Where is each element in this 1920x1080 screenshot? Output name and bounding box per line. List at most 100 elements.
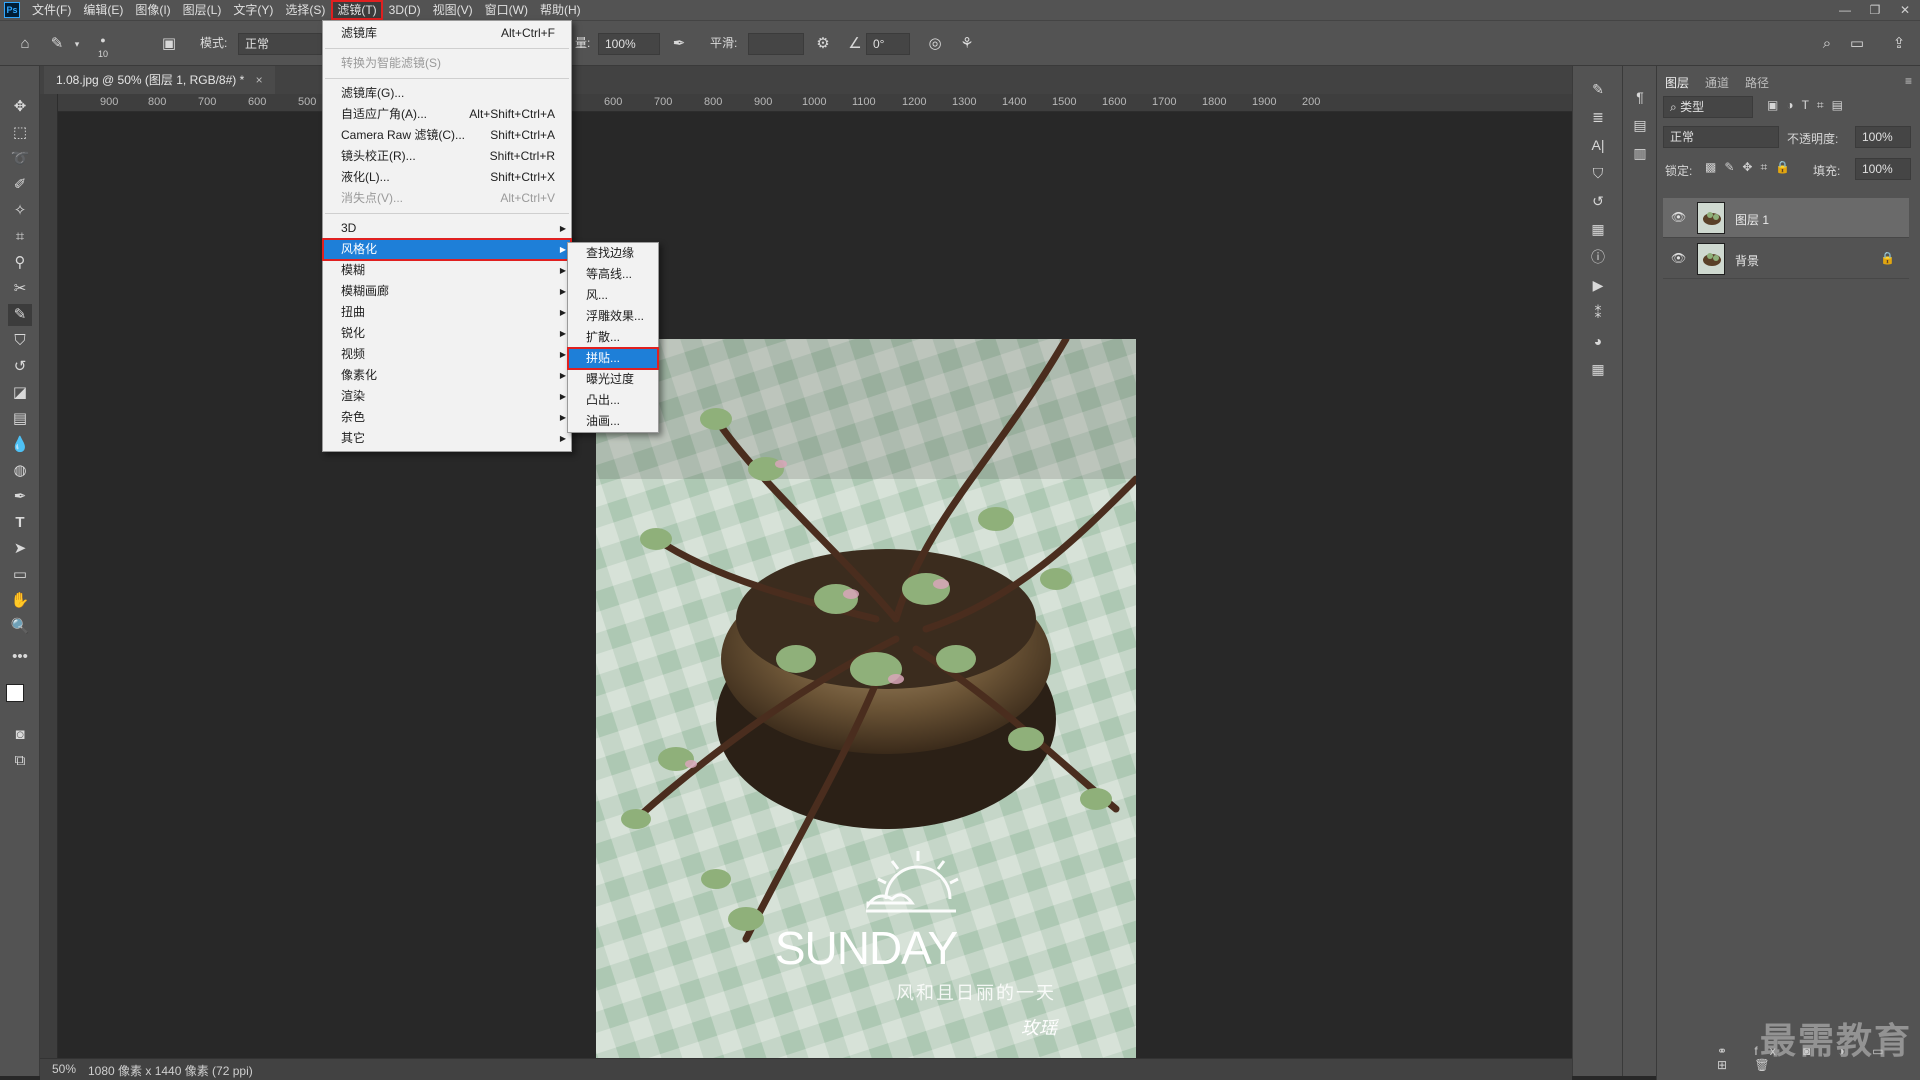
filter-menu-item[interactable]: 镜头校正(R)... Shift+Ctrl+R <box>323 146 571 167</box>
dodge-tool-icon[interactable]: ◍ <box>8 460 32 482</box>
filter-menu-item[interactable]: 滤镜库(G)... <box>323 83 571 104</box>
panel-menu-icon[interactable]: ≡ <box>1905 74 1912 88</box>
eyedropper-tool-icon[interactable]: ⚲ <box>8 252 32 274</box>
info-panel-icon[interactable]: ⓘ <box>1586 246 1610 268</box>
clone-stamp-tool-icon[interactable]: ⛉ <box>8 330 32 352</box>
filter-menu-item[interactable]: 像素化 ▶ <box>323 365 571 386</box>
menu-item-4[interactable]: 文字(Y) <box>227 0 279 20</box>
menu-item-9[interactable]: 窗口(W) <box>479 0 534 20</box>
angle-input[interactable]: 0° <box>866 33 910 55</box>
table-panel-icon[interactable]: ▦ <box>1586 358 1610 380</box>
lock-icon[interactable]: 🔒 <box>1880 251 1895 265</box>
menu-item-1[interactable]: 编辑(E) <box>77 0 129 20</box>
filter-menu-item[interactable]: 模糊画廊 ▶ <box>323 281 571 302</box>
layer-filter-select[interactable]: ⌕ 类型 <box>1663 96 1753 118</box>
healing-tool-icon[interactable]: ✂ <box>8 278 32 300</box>
airbrush-icon[interactable]: ✒ <box>668 33 690 55</box>
actions-panel-icon[interactable]: ▶ <box>1586 274 1610 296</box>
workspace-icon[interactable]: ▭ <box>1846 33 1868 55</box>
history-panel-icon[interactable]: ↺ <box>1586 190 1610 212</box>
stylize-menu-item[interactable]: 浮雕效果... <box>568 306 658 327</box>
menu-item-3[interactable]: 图层(L) <box>177 0 228 20</box>
brush-preset-icon[interactable]: ✎ <box>46 33 68 55</box>
filter-menu-item[interactable]: 自适应广角(A)... Alt+Shift+Ctrl+A <box>323 104 571 125</box>
libraries-panel-icon[interactable]: ▦ <box>1586 218 1610 240</box>
layer-filter-icons[interactable]: ▣◑T⌗▤ <box>1767 98 1907 113</box>
more-tools-icon[interactable]: ••• <box>8 646 32 668</box>
search-icon[interactable]: ⌕ <box>1816 33 1838 55</box>
filter-menu-item[interactable]: 渲染 ▶ <box>323 386 571 407</box>
menu-item-7[interactable]: 3D(D) <box>383 0 427 20</box>
layer-row[interactable]: 👁 背景 🔒 <box>1663 239 1909 279</box>
tab-channels[interactable]: 通道 <box>1705 74 1729 91</box>
minimize-icon[interactable]: — <box>1830 0 1860 20</box>
document-image[interactable]: SUNDAY 风和且日丽的一天 玫瑶 <box>596 339 1136 1059</box>
character-panel-icon[interactable]: A| <box>1586 134 1610 156</box>
opacity-input[interactable]: 100% <box>1855 126 1911 148</box>
screen-mode-icon[interactable]: ⧉ <box>8 750 32 772</box>
symmetry-icon[interactable]: ⚘ <box>956 33 978 55</box>
brush-panel-icon[interactable]: ✎ <box>1586 78 1610 100</box>
menu-item-8[interactable]: 视图(V) <box>427 0 479 20</box>
stylize-menu-item[interactable]: 查找边缘 <box>568 243 658 264</box>
marquee-tool-icon[interactable]: ⬚ <box>8 122 32 144</box>
flow-input[interactable]: 100% <box>598 33 660 55</box>
rectangle-tool-icon[interactable]: ▭ <box>8 564 32 586</box>
stylize-menu-item[interactable]: 等高线... <box>568 264 658 285</box>
lock-icons[interactable]: ▩✎✥⌗🔒 <box>1705 160 1798 175</box>
restore-icon[interactable]: ❐ <box>1860 0 1890 20</box>
blend-mode-select[interactable]: 正常 <box>1663 126 1779 148</box>
menu-item-5[interactable]: 选择(S) <box>279 0 331 20</box>
brush-size-picker[interactable]: ● 10 <box>92 33 114 59</box>
gear-icon[interactable]: ⚙ <box>812 33 834 55</box>
document-tab[interactable]: 1.08.jpg @ 50% (图层 1, RGB/8#) * × <box>44 66 275 94</box>
canvas-area[interactable]: SUNDAY 风和且日丽的一天 玫瑶 <box>58 112 1572 1059</box>
filter-menu-item[interactable]: 杂色 ▶ <box>323 407 571 428</box>
filter-menu-item[interactable]: 扭曲 ▶ <box>323 302 571 323</box>
blur-tool-icon[interactable]: 💧 <box>8 434 32 456</box>
menu-item-0[interactable]: 文件(F) <box>26 0 77 20</box>
mode-select[interactable]: 正常 <box>238 33 322 55</box>
stylize-menu-item[interactable]: 扩散... <box>568 327 658 348</box>
pressure-size-icon[interactable]: ◎ <box>924 33 946 55</box>
foreground-color-swatch[interactable] <box>6 684 24 702</box>
filter-menu-item[interactable]: 3D ▶ <box>323 218 571 239</box>
quick-select-tool-icon[interactable]: ✐ <box>8 174 32 196</box>
swatches-panel-icon[interactable]: ⁑ <box>1586 302 1610 324</box>
eraser-tool-icon[interactable]: ◪ <box>8 382 32 404</box>
filter-menu-item[interactable]: 滤镜库 Alt+Ctrl+F <box>323 23 571 44</box>
eye-icon[interactable]: 👁 <box>1671 251 1687 265</box>
close-tab-icon[interactable]: × <box>256 73 263 87</box>
layer-row[interactable]: 👁 图层 1 <box>1663 198 1909 238</box>
move-tool-icon[interactable]: ✥ <box>8 96 32 118</box>
zoom-level[interactable]: 50% <box>52 1062 76 1076</box>
quick-mask-icon[interactable]: ◙ <box>8 724 32 746</box>
filter-menu-item[interactable]: 其它 ▶ <box>323 428 571 449</box>
tab-paths[interactable]: 路径 <box>1745 74 1769 91</box>
clone-source-panel-icon[interactable]: ⛉ <box>1586 162 1610 184</box>
filter-menu-item[interactable]: 液化(L)... Shift+Ctrl+X <box>323 167 571 188</box>
brush-tool-icon[interactable]: ✎ <box>8 304 32 326</box>
eye-icon[interactable]: 👁 <box>1671 210 1687 224</box>
share-icon[interactable]: ⇪ <box>1888 33 1910 55</box>
filter-menu-item[interactable]: 视频 ▶ <box>323 344 571 365</box>
lasso-tool-icon[interactable]: ➰ <box>8 148 32 170</box>
menu-item-10[interactable]: 帮助(H) <box>534 0 587 20</box>
tab-layers[interactable]: 图层 <box>1665 74 1689 91</box>
zoom-tool-icon[interactable]: 🔍 <box>8 616 32 638</box>
stylize-menu-item[interactable]: 凸出... <box>568 390 658 411</box>
adjustments-panel-icon[interactable]: ≣ <box>1586 106 1610 128</box>
menu-item-2[interactable]: 图像(I) <box>129 0 176 20</box>
hand-tool-icon[interactable]: ✋ <box>8 590 32 612</box>
paragraph-panel-icon[interactable]: ¶ <box>1628 86 1652 108</box>
menu-item-6[interactable]: 滤镜(T) <box>331 0 383 20</box>
home-icon[interactable]: ⌂ <box>14 33 36 55</box>
path-select-tool-icon[interactable]: ➤ <box>8 538 32 560</box>
close-window-icon[interactable]: ✕ <box>1890 0 1920 20</box>
brush-settings-icon[interactable]: ▣ <box>158 33 180 55</box>
stylize-menu-item[interactable]: 曝光过度 <box>568 369 658 390</box>
history-brush-tool-icon[interactable]: ↺ <box>8 356 32 378</box>
3d-panel-icon[interactable]: ◕ <box>1586 330 1610 352</box>
smoothing-input[interactable] <box>748 33 804 55</box>
type-tool-icon[interactable]: T <box>8 512 32 534</box>
